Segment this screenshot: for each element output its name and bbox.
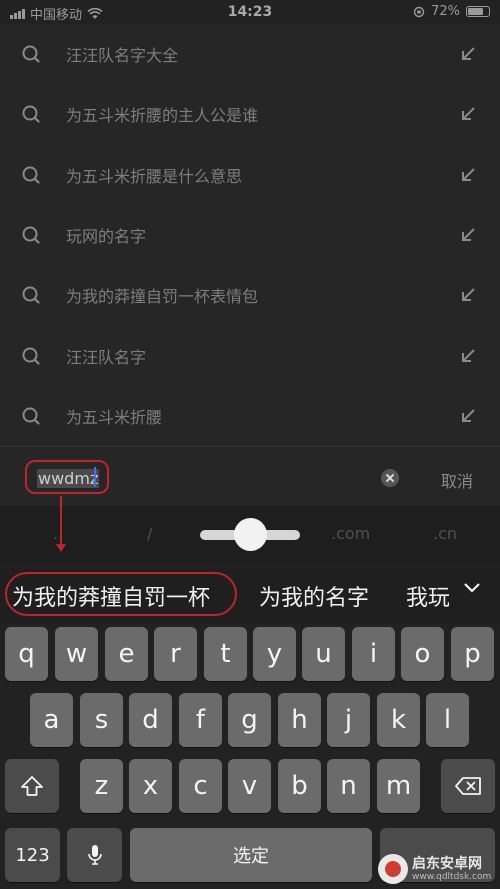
cancel-button[interactable]: 取消	[441, 468, 473, 492]
key-h[interactable]: h	[278, 693, 321, 747]
candidate-item[interactable]: 我玩	[406, 580, 449, 612]
backspace-key[interactable]	[441, 759, 495, 813]
watermark-url: www.qdltdsk.com	[412, 872, 492, 882]
key-k[interactable]: k	[377, 693, 420, 747]
key-s[interactable]: s	[80, 693, 123, 747]
fill-arrow-icon[interactable]	[460, 106, 476, 122]
battery-icon	[466, 6, 490, 17]
key-n[interactable]: n	[327, 759, 370, 813]
candidate-bar: 为我的莽撞自罚一杯 为我的名字 我玩	[0, 562, 500, 624]
key-v[interactable]: v	[228, 759, 271, 813]
suggestion-label: 为五斗米折腰	[66, 407, 163, 427]
space-key[interactable]: 选定	[130, 828, 372, 882]
annotation-arrow-head	[56, 544, 66, 552]
key-w[interactable]: w	[55, 627, 98, 681]
shift-key[interactable]	[5, 759, 59, 813]
clear-icon[interactable]	[381, 469, 399, 487]
rotation-lock-icon	[413, 6, 425, 17]
suggestion-label: 汪汪队名字大全	[66, 46, 179, 66]
status-right-group: 72%	[413, 4, 490, 19]
candidate-item[interactable]: 为我的名字	[259, 580, 369, 612]
fill-arrow-icon[interactable]	[460, 227, 476, 243]
key-x[interactable]: x	[129, 759, 172, 813]
numbers-key[interactable]: 123	[5, 828, 60, 882]
fill-arrow-icon[interactable]	[460, 287, 476, 303]
search-icon	[22, 166, 40, 184]
quick-key-slash[interactable]: /	[147, 524, 152, 543]
battery-percent: 72%	[431, 4, 460, 19]
key-p[interactable]: p	[451, 627, 494, 681]
quick-keys-bar: . / .com .cn	[0, 506, 500, 562]
suggestion-label: 为我的莽撞自罚一杯表情包	[66, 287, 259, 307]
key-o[interactable]: o	[401, 627, 444, 681]
backspace-icon	[455, 777, 481, 795]
suggestion-item[interactable]: 为我的莽撞自罚一杯表情包	[0, 265, 500, 325]
key-b[interactable]: b	[278, 759, 321, 813]
cursor-slider-thumb[interactable]	[234, 518, 267, 551]
watermark-logo-icon	[378, 854, 408, 884]
dictation-key[interactable]	[67, 828, 122, 882]
key-r[interactable]: r	[154, 627, 197, 681]
annotation-oval-query	[25, 460, 109, 494]
key-z[interactable]: z	[80, 759, 123, 813]
suggestion-item[interactable]: 汪汪队名字	[0, 325, 500, 385]
keyboard: q w e r t y u i o p a s d f g h j k l z …	[0, 624, 500, 889]
suggestion-item[interactable]: 玩网的名字	[0, 205, 500, 265]
key-y[interactable]: y	[253, 627, 296, 681]
suggestion-label: 为五斗米折腰是什么意思	[66, 166, 243, 186]
watermark-text: 启东安卓网	[412, 856, 482, 872]
search-bar: wwdmz 取消	[0, 446, 500, 507]
key-d[interactable]: d	[129, 693, 172, 747]
suggestion-label: 玩网的名字	[66, 227, 147, 247]
search-icon	[22, 226, 40, 244]
key-c[interactable]: c	[179, 759, 222, 813]
suggestion-item[interactable]: 为五斗米折腰是什么意思	[0, 145, 500, 205]
fill-arrow-icon[interactable]	[460, 46, 476, 62]
suggestion-item[interactable]: 汪汪队名字大全	[0, 24, 500, 84]
suggestion-label: 汪汪队名字	[66, 347, 147, 367]
quick-key-cn[interactable]: .cn	[433, 524, 457, 543]
suggestion-item[interactable]: 为五斗米折腰	[0, 386, 500, 446]
search-icon	[22, 105, 40, 124]
key-i[interactable]: i	[352, 627, 395, 681]
quick-key-dot[interactable]: .	[53, 524, 58, 543]
candidate-item[interactable]: 为我的莽撞自罚一杯	[12, 580, 210, 612]
search-icon	[22, 45, 40, 63]
fill-arrow-icon[interactable]	[460, 408, 476, 424]
search-icon	[22, 347, 40, 365]
key-a[interactable]: a	[30, 693, 73, 747]
key-t[interactable]: t	[204, 627, 247, 681]
fill-arrow-icon[interactable]	[460, 348, 476, 364]
key-u[interactable]: u	[302, 627, 345, 681]
key-g[interactable]: g	[228, 693, 271, 747]
key-e[interactable]: e	[105, 627, 148, 681]
chevron-down-icon[interactable]	[462, 578, 482, 598]
watermark: 启东安卓网 www.qdltdsk.com	[378, 852, 500, 889]
key-f[interactable]: f	[179, 693, 222, 747]
quick-key-com[interactable]: .com	[331, 524, 370, 543]
key-l[interactable]: l	[426, 693, 469, 747]
status-bar: 中国移动 14:23 72%	[0, 0, 500, 24]
suggestion-item[interactable]: 为五斗米折腰的主人公是谁	[0, 84, 500, 144]
search-icon	[22, 407, 40, 425]
fill-arrow-icon[interactable]	[460, 167, 476, 183]
shift-icon	[21, 776, 43, 796]
microphone-icon	[87, 845, 102, 865]
search-icon	[22, 286, 40, 304]
suggestion-list: 汪汪队名字大全 为五斗米折腰的主人公是谁 为五斗米折腰是什么意思 玩网的名字 为…	[0, 24, 500, 446]
key-q[interactable]: q	[5, 627, 48, 681]
key-j[interactable]: j	[327, 693, 370, 747]
candidate-overflow: 我玩	[405, 562, 449, 624]
annotation-arrow-line	[60, 496, 62, 546]
key-m[interactable]: m	[377, 759, 420, 813]
suggestion-label: 为五斗米折腰的主人公是谁	[66, 106, 259, 126]
